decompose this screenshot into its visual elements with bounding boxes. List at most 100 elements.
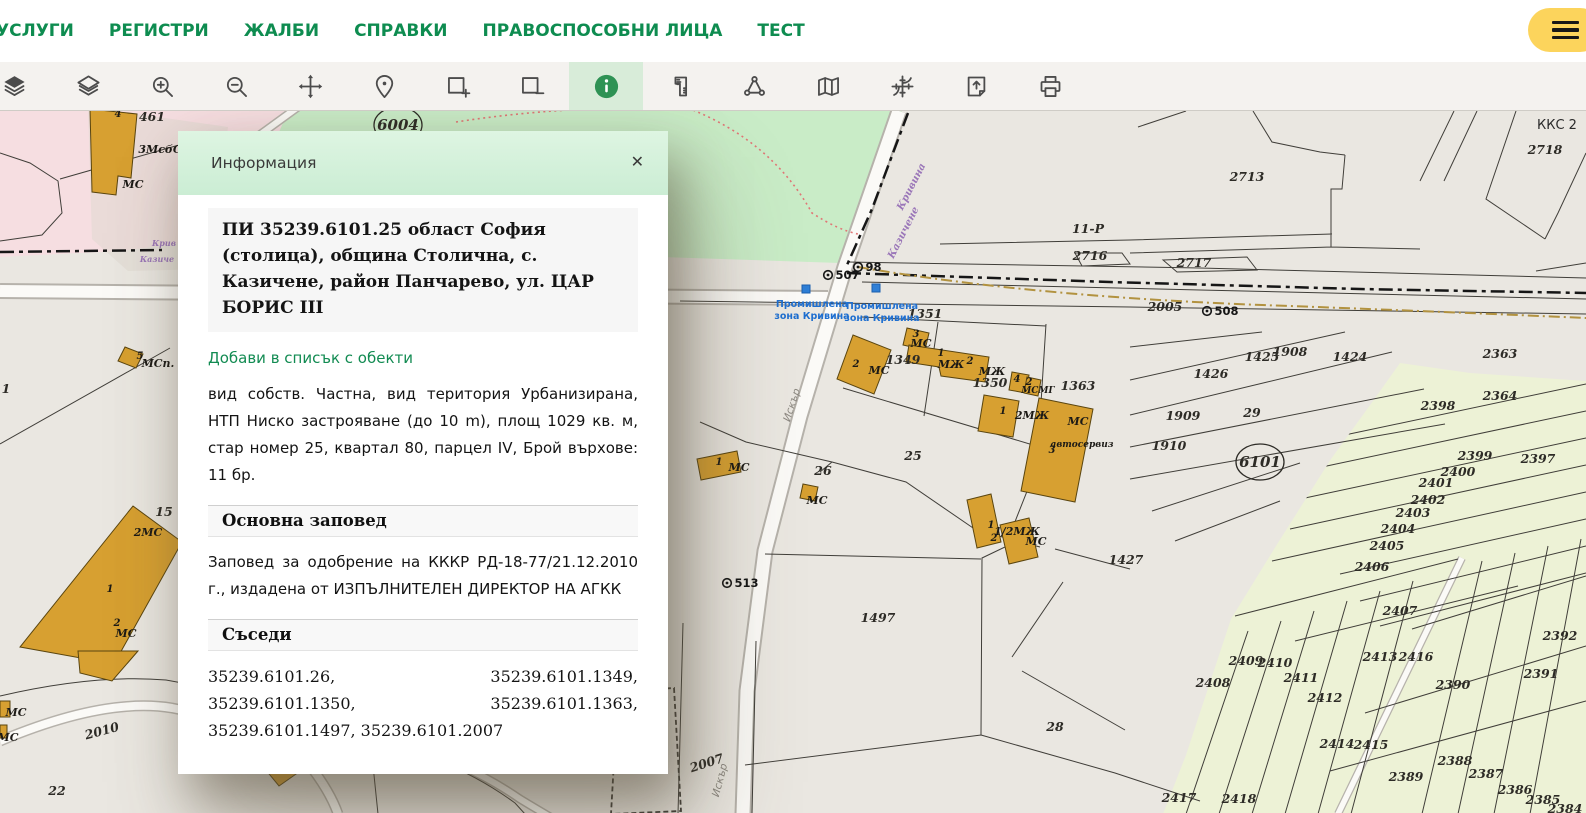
map-label: 15	[155, 504, 172, 519]
ruler-icon	[667, 73, 694, 100]
info-panel: Информация ✕ ПИ 35239.6101.25 област Соф…	[178, 131, 668, 774]
svg-text:6101: 6101	[1239, 453, 1281, 471]
map-label: Казиче	[139, 254, 174, 264]
pan-icon	[297, 73, 324, 100]
map-label: 2717	[1176, 255, 1212, 270]
hamburger-icon	[1552, 21, 1579, 24]
map-label: 2	[966, 356, 974, 367]
info-panel-body: ПИ 35239.6101.25 област София (столица),…	[178, 195, 668, 774]
map-label: 25	[903, 448, 921, 463]
map-label: 1	[2, 381, 11, 396]
map-label: 26	[813, 463, 832, 478]
map-label: 2410	[1257, 655, 1293, 670]
map-label: 2	[990, 533, 998, 544]
info-icon	[593, 73, 620, 100]
map-label: МСп.	[141, 357, 175, 370]
map-zone-marker-icon	[802, 285, 810, 293]
map-label: 2416	[1398, 649, 1434, 664]
rect-plus-icon	[445, 73, 472, 100]
map-label: 2398	[1420, 398, 1456, 413]
map-label: 2392	[1542, 628, 1578, 643]
map-label: 2417	[1161, 790, 1197, 805]
tool-export[interactable]	[939, 62, 1013, 110]
map-toolbar	[0, 62, 1586, 111]
map-label: 3	[1049, 445, 1056, 456]
tool-print[interactable]	[1013, 62, 1087, 110]
tool-zoom-out[interactable]	[199, 62, 273, 110]
tool-overview-map[interactable]	[791, 62, 865, 110]
map-label: 1909	[1166, 408, 1201, 423]
map-label: 2418	[1221, 791, 1257, 806]
tool-coordinates[interactable]	[865, 62, 939, 110]
tool-zoom-rect-in[interactable]	[421, 62, 495, 110]
map-label: 28	[1045, 719, 1064, 734]
map-label: 2401	[1418, 475, 1454, 490]
map-label: автосервиз	[1051, 440, 1114, 450]
tool-info[interactable]	[569, 62, 643, 110]
map-label: МС	[0, 731, 19, 744]
add-to-list-link[interactable]: Добави в списък с обекти	[208, 349, 413, 367]
parcel-title: ПИ 35239.6101.25 област София (столица),…	[208, 208, 638, 332]
nav-item-test[interactable]: ТЕСТ	[757, 21, 804, 41]
tool-zoom-rect-out[interactable]	[495, 62, 569, 110]
map-label: 1910	[1152, 438, 1187, 453]
map-label: 2404	[1380, 521, 1416, 536]
map-label: 2413	[1362, 649, 1398, 664]
map-label: 1	[107, 584, 114, 595]
export-icon	[963, 73, 990, 100]
tool-layers[interactable]	[51, 62, 125, 110]
map-label: Промишлена	[846, 301, 918, 312]
map-label: 22	[47, 783, 66, 798]
tool-base-layers[interactable]	[0, 62, 51, 110]
tool-measure-area[interactable]	[717, 62, 791, 110]
map-label: 2363	[1482, 346, 1518, 361]
map-label: МС	[868, 364, 890, 377]
svg-text:98: 98	[866, 260, 882, 274]
map-label: МС	[728, 461, 750, 474]
map-label: зона Кривина	[774, 311, 849, 322]
menu-button[interactable]	[1528, 8, 1586, 52]
nav-item-licensed-persons[interactable]: ПРАВОСПОСОБНИ ЛИЦА	[482, 21, 722, 41]
map-label: 2408	[1195, 675, 1231, 690]
locate-icon	[371, 73, 398, 100]
map-label: 1908	[1273, 344, 1308, 359]
tool-locate[interactable]	[347, 62, 421, 110]
map-label: 2415	[1353, 737, 1389, 752]
map-area: 46143МсбСМС15МСп.152МС12МСМС15МС2МСМС201…	[0, 111, 1586, 813]
map-label: МСМГ	[1020, 386, 1055, 396]
map-label: 1363	[1061, 378, 1096, 393]
map-zone-marker-icon	[872, 284, 880, 292]
rect-minus-icon	[519, 73, 546, 100]
map-label: МС	[910, 337, 932, 350]
map-label: 2390	[1435, 677, 1471, 692]
zoom-out-icon	[223, 73, 250, 100]
tool-measure-length[interactable]	[643, 62, 717, 110]
parcel-details: вид собств. Частна, вид територия Урбани…	[208, 381, 638, 489]
map-label: МС	[1025, 535, 1047, 548]
map-label: 2МЖ	[1014, 409, 1050, 422]
tool-pan[interactable]	[273, 62, 347, 110]
nav-item-services[interactable]: УСЛУГИ	[0, 21, 74, 41]
map-label: 2005	[1147, 299, 1183, 314]
section-heading-order: Основна заповед	[208, 505, 638, 537]
map-label: 1427	[1109, 552, 1144, 567]
map-label: 2364	[1482, 388, 1518, 403]
map-label: 2713	[1229, 169, 1265, 184]
map-label: МС	[1067, 415, 1089, 428]
tool-zoom-in[interactable]	[125, 62, 199, 110]
close-icon[interactable]: ✕	[627, 151, 648, 175]
layers-icon	[75, 73, 102, 100]
info-panel-header: Информация ✕	[178, 131, 668, 195]
nav-item-references[interactable]: СПРАВКИ	[354, 21, 447, 41]
print-icon	[1037, 73, 1064, 100]
nav-item-registers[interactable]: РЕГИСТРИ	[109, 21, 209, 41]
map-label: 1424	[1333, 349, 1368, 364]
nav-item-complaints[interactable]: ЖАЛБИ	[244, 21, 319, 41]
map-label: 1	[1000, 406, 1007, 417]
map-label: 2389	[1388, 769, 1424, 784]
panel-title: Информация	[211, 154, 316, 172]
area-icon	[741, 73, 768, 100]
map-label: 3МсбС	[138, 143, 181, 156]
map-label: 2388	[1437, 753, 1473, 768]
map-label: 1426	[1194, 366, 1229, 381]
